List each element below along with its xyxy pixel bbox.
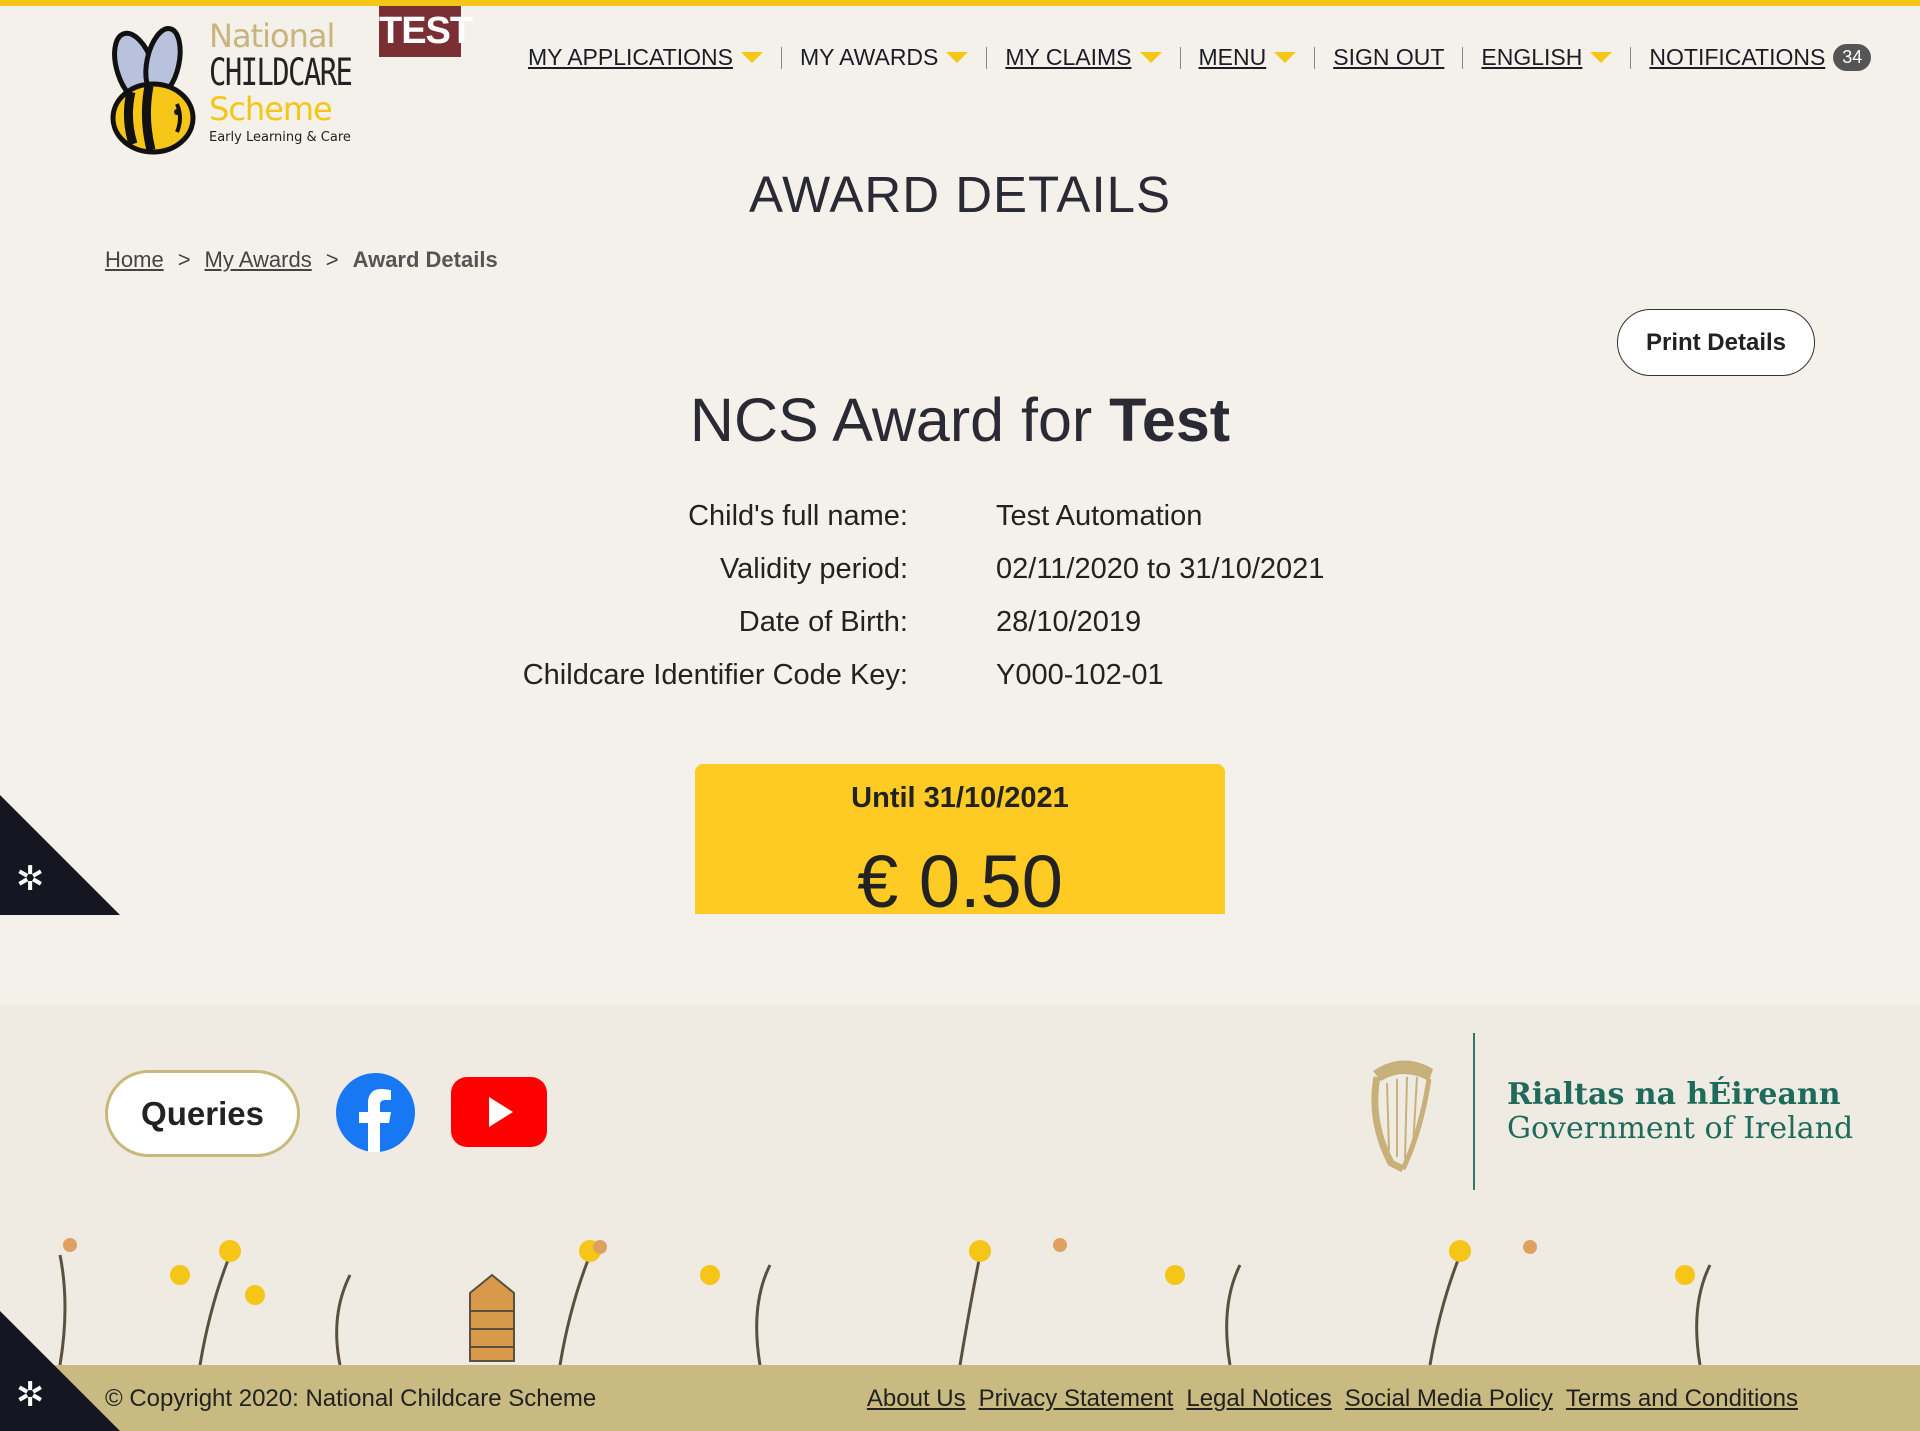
detail-label: Validity period: [719,553,908,585]
breadcrumb-separator: > [325,247,339,272]
flower-pattern [58,1254,1712,1366]
top-accent-bar [0,0,1920,6]
award-title: NCS Award for Test [0,385,1920,455]
award-details-list: Child's full name: Test Automation Valid… [0,490,1920,702]
nav-divider [1630,46,1632,69]
chevron-down-icon[interactable] [740,52,763,63]
detail-row: Child's full name: Test Automation [0,490,1920,543]
logo-text: National CHILDCARE Scheme Early Learning… [209,20,391,144]
breadcrumb-my-awards[interactable]: My Awards [205,247,312,273]
footer-links: About Us Privacy Statement Legal Notices… [854,1385,1798,1413]
detail-row: Childcare Identifier Code Key: Y000-102-… [0,649,1920,702]
footer-link-legal-notices[interactable]: Legal Notices [1186,1385,1331,1413]
detail-label: Date of Birth: [738,606,908,638]
footer-link-about-us[interactable]: About Us [867,1385,966,1413]
chevron-down-icon[interactable] [946,52,969,63]
footer: Queries Rialtas na hÉireann Government o… [0,1005,1920,1431]
nav-menu[interactable]: MENU [1199,44,1267,71]
gov-logo-divider [1473,1033,1475,1190]
page-title: AWARD DETAILS [749,166,1171,223]
chevron-down-icon[interactable] [1590,52,1613,63]
beehive-icon [469,1273,515,1362]
nav-language[interactable]: ENGLISH [1481,44,1582,71]
nav-my-claims[interactable]: MY CLAIMS [1005,44,1131,71]
detail-value: 28/10/2019 [996,606,1142,638]
facebook-glyph [359,1089,391,1152]
award-until-date: Until 31/10/2021 [851,782,1069,814]
nav-my-awards[interactable]: MY AWARDS [800,44,938,71]
breadcrumb: Home > My Awards > Award Details [105,247,498,273]
detail-value: 02/11/2020 to 31/10/2021 [996,553,1325,585]
nav-divider [1314,46,1316,69]
flower-border-decoration [58,1238,1712,1366]
print-details-button[interactable]: Print Details [1617,309,1815,376]
award-title-prefix: NCS Award for [689,386,1093,454]
bee-icon [110,26,196,155]
detail-label: Childcare Identifier Code Key: [522,659,908,691]
chevron-down-icon[interactable] [1274,52,1297,63]
nav-label: MY CLAIMS [1005,44,1132,70]
breadcrumb-current: Award Details [352,247,498,272]
logo-line-2: CHILDCARE [209,51,353,94]
gear-icon: ✲ [16,1376,45,1414]
gear-icon: ✲ [16,860,45,898]
nav-label: SIGN OUT [1333,44,1445,70]
ncs-logo[interactable]: National CHILDCARE Scheme Early Learning… [103,20,353,155]
nav-label: ENGLISH [1481,44,1583,70]
flower-blossoms [170,1240,1695,1305]
footer-bottom-bar: © Copyright 2020: National Childcare Sch… [0,1365,1920,1431]
youtube-icon[interactable] [451,1077,547,1147]
nav-my-applications[interactable]: MY APPLICATIONS [528,44,733,71]
logo-line-3: Scheme [209,90,333,128]
facebook-icon[interactable] [336,1073,415,1152]
footer-link-social-media-policy[interactable]: Social Media Policy [1345,1385,1553,1413]
award-amount-card: Until 31/10/2021 € 0.50 [695,764,1225,914]
copyright-text: © Copyright 2020: National Childcare Sch… [105,1385,597,1412]
nav-divider [780,46,782,69]
detail-value: Test Automation [996,500,1203,532]
nav-label: NOTIFICATIONS [1649,44,1826,70]
nav-label: MENU [1198,44,1267,70]
gov-logo-irish: Rialtas na hÉireann [1507,1077,1841,1112]
nav-label: MY AWARDS [799,44,939,70]
main-nav: MY APPLICATIONS MY AWARDS MY CLAIMS MENU… [528,44,1872,71]
detail-label: Child's full name: [688,500,908,532]
nav-notifications[interactable]: NOTIFICATIONS [1649,44,1825,71]
youtube-play-glyph [489,1097,513,1127]
harp-icon [1371,1060,1433,1173]
logo-line-4: Early Learning & Care [209,130,351,145]
government-of-ireland-logo[interactable]: Rialtas na hÉireann Government of Irelan… [1363,1033,1853,1193]
nav-divider [1462,46,1464,69]
logo-line-1: National [209,17,335,55]
flower-orange-blossoms [63,1238,1537,1254]
detail-value: Y000-102-01 [996,659,1164,691]
award-amount: € 0.50 [857,840,1063,914]
notifications-count-badge[interactable]: 34 [1833,44,1872,71]
gov-logo-english: Government of Ireland [1507,1111,1854,1146]
footer-link-terms-and-conditions[interactable]: Terms and Conditions [1566,1385,1798,1413]
gov-logo-text: Rialtas na hÉireann Government of Irelan… [1507,1078,1853,1146]
breadcrumb-home[interactable]: Home [105,247,164,273]
nav-label: MY APPLICATIONS [528,44,733,70]
environment-badge: TEST [379,6,473,57]
chevron-down-icon[interactable] [1139,52,1162,63]
queries-button[interactable]: Queries [105,1070,300,1157]
nav-divider [1179,46,1181,69]
cookie-settings-button[interactable]: ✲ [0,795,120,915]
detail-row: Date of Birth: 28/10/2019 [0,596,1920,649]
nav-sign-out[interactable]: SIGN OUT [1333,44,1444,71]
breadcrumb-separator: > [177,247,191,272]
award-title-name: Test [1109,386,1231,454]
footer-link-privacy-statement[interactable]: Privacy Statement [979,1385,1174,1413]
detail-row: Validity period: 02/11/2020 to 31/10/202… [0,543,1920,596]
nav-divider [986,46,988,69]
